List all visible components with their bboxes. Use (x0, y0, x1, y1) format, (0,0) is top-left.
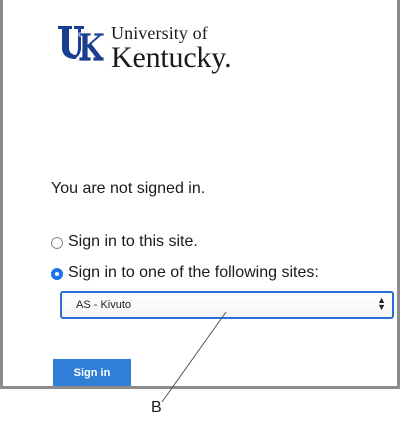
sign-in-panel: University of Kentucky. You are not sign… (0, 0, 400, 389)
option-label-following-sites: Sign in to one of the following sites: (68, 264, 319, 281)
select-arrows-icon: ▲ ▼ (377, 295, 386, 312)
university-wordmark: University of Kentucky. (111, 23, 232, 74)
radio-sign-in-following-sites[interactable] (51, 268, 63, 280)
radio-sign-in-this-site[interactable] (51, 237, 63, 249)
callout-label: B (151, 399, 162, 416)
sign-in-button[interactable]: Sign in (53, 359, 131, 386)
university-logo: University of Kentucky. (57, 23, 232, 74)
option-sign-in-following-sites[interactable]: Sign in to one of the following sites: (51, 264, 319, 282)
option-label-this-site: Sign in to this site. (68, 233, 198, 250)
logo-line-kentucky: Kentucky. (111, 41, 232, 74)
site-select-dropdown[interactable]: AS - Kivuto ▲ ▼ (60, 291, 394, 319)
site-select-value: AS - Kivuto (76, 299, 132, 311)
option-sign-in-this-site[interactable]: Sign in to this site. (51, 233, 198, 251)
uk-logo-mark (58, 26, 105, 62)
logo-line-university: University of (111, 23, 208, 43)
signin-status-text: You are not signed in. (51, 180, 206, 197)
